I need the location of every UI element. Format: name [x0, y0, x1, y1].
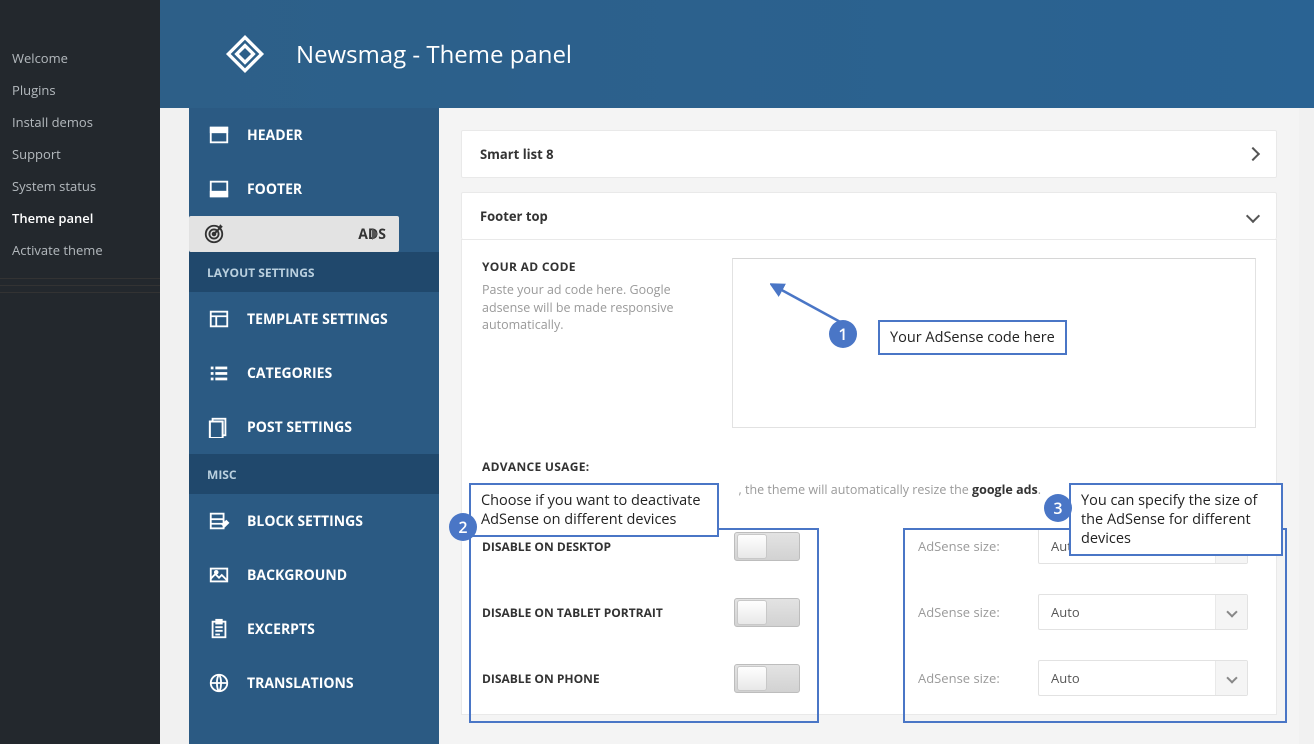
- th-group-layout: LAYOUT SETTINGS: [189, 252, 439, 292]
- th-item-footer[interactable]: FOOTER: [189, 162, 439, 216]
- sidebar-sub-theme-panel[interactable]: Theme panel: [0, 202, 160, 234]
- list-icon: [207, 361, 231, 385]
- theme-panel-sidebar: HEADER FOOTER ADS LAYOUT SETTINGS TEMPLA…: [189, 108, 439, 744]
- annotation-arrow: [770, 280, 880, 350]
- annotation-2: Choose if you want to deactivate AdSense…: [469, 483, 719, 537]
- annotation-number-1: 1: [829, 320, 857, 348]
- label-disable-phone: DISABLE ON PHONE: [482, 670, 734, 687]
- header-section-icon: [207, 123, 231, 147]
- select-adsense-size-phone[interactable]: Auto: [1038, 660, 1248, 696]
- select-adsense-size-tablet[interactable]: Auto: [1038, 594, 1248, 630]
- document-icon: [207, 415, 231, 439]
- label-adsense-size: AdSense size:: [918, 537, 1038, 555]
- label-adsense-size: AdSense size:: [918, 603, 1038, 621]
- panel-header: Newsmag - Theme panel: [160, 0, 1314, 108]
- sidebar-sub-system-status[interactable]: System status: [0, 170, 160, 202]
- th-item-background[interactable]: BACKGROUND: [189, 548, 439, 602]
- th-item-translations[interactable]: TRANSLATIONS: [189, 656, 439, 710]
- annotation-number-2: 2: [449, 513, 477, 541]
- annotation-number-3: 3: [1044, 494, 1072, 522]
- toggle-disable-tablet[interactable]: [734, 598, 800, 627]
- wp-admin-sidebar: Dashboard Newsmag Welcome Plugins Instal…: [0, 0, 160, 744]
- image-icon: [207, 563, 231, 587]
- toggle-disable-phone[interactable]: [734, 664, 800, 693]
- accordion-title: Smart list 8: [480, 145, 554, 163]
- annotation-3: You can specify the size of the AdSense …: [1069, 483, 1283, 556]
- clipboard-icon: [207, 617, 231, 641]
- layout-icon: [207, 307, 231, 331]
- th-item-block[interactable]: BLOCK SETTINGS: [189, 494, 439, 548]
- th-item-excerpts[interactable]: EXCERPTS: [189, 602, 439, 656]
- th-item-template[interactable]: TEMPLATE SETTINGS: [189, 292, 439, 346]
- accordion-footer-top[interactable]: Footer top: [461, 192, 1277, 239]
- sidebar-sub-welcome[interactable]: Welcome: [0, 42, 160, 74]
- sidebar-sub-plugins[interactable]: Plugins: [0, 74, 160, 106]
- th-item-header[interactable]: HEADER: [189, 108, 439, 162]
- sidebar-sub-support[interactable]: Support: [0, 138, 160, 170]
- accordion-title: Footer top: [480, 207, 548, 225]
- th-item-ads[interactable]: ADS: [189, 216, 399, 252]
- globe-icon: [207, 671, 231, 695]
- th-item-post[interactable]: POST SETTINGS: [189, 400, 439, 454]
- target-icon: [202, 222, 226, 246]
- label-advance-usage: ADVANCE USAGE:: [482, 458, 1256, 475]
- theme-logo-icon: [220, 29, 270, 79]
- chevron-down-icon: [1215, 661, 1247, 695]
- th-item-categories[interactable]: CATEGORIES: [189, 346, 439, 400]
- edit-grid-icon: [207, 509, 231, 533]
- chevron-down-icon: [1248, 207, 1258, 225]
- chevron-down-icon: [1215, 595, 1247, 629]
- label-your-ad-code: YOUR AD CODE: [482, 258, 732, 275]
- toggle-disable-desktop[interactable]: [734, 532, 800, 561]
- annotation-1: Your AdSense code here: [878, 320, 1067, 355]
- footer-section-icon: [207, 177, 231, 201]
- help-your-ad-code: Paste your ad code here. Google adsense …: [482, 281, 712, 334]
- page-title: Newsmag - Theme panel: [296, 38, 572, 71]
- chevron-right-icon: [1248, 145, 1258, 163]
- th-group-misc: MISC: [189, 454, 439, 494]
- label-adsense-size: AdSense size:: [918, 669, 1038, 687]
- label-disable-tablet: DISABLE ON TABLET PORTRAIT: [482, 604, 734, 621]
- accordion-smart-list[interactable]: Smart list 8: [461, 130, 1277, 178]
- sidebar-sub-activate-theme[interactable]: Activate theme: [0, 234, 160, 266]
- sidebar-sub-install-demos[interactable]: Install demos: [0, 106, 160, 138]
- main-content: Smart list 8 Footer top YOUR AD CODE Pas…: [439, 108, 1299, 744]
- label-disable-desktop: DISABLE ON DESKTOP: [482, 538, 734, 555]
